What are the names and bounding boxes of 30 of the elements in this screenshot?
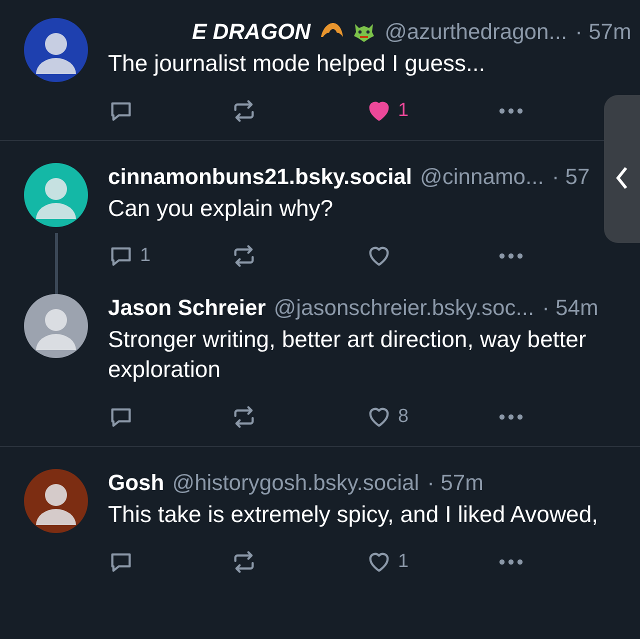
handle[interactable]: @azurthedragon... — [384, 18, 568, 46]
avatar[interactable] — [24, 163, 88, 227]
display-name[interactable]: Gosh — [108, 469, 164, 497]
timestamp[interactable]: · 57m — [575, 18, 632, 46]
handle[interactable]: @cinnamo... — [420, 163, 544, 191]
post-text: The journalist mode helped I guess... — [108, 49, 486, 78]
display-name[interactable]: Jason Schreier — [108, 294, 266, 322]
side-drawer-handle[interactable] — [604, 95, 640, 243]
post-text: Can you explain why? — [108, 194, 334, 223]
more-icon[interactable] — [498, 558, 524, 566]
more-icon[interactable] — [498, 413, 524, 421]
more-icon[interactable] — [498, 252, 524, 260]
more-icon[interactable] — [498, 107, 524, 115]
like-count: 1 — [398, 98, 409, 123]
handle[interactable]: @historygosh.bsky.social — [172, 469, 420, 497]
avatar[interactable] — [24, 469, 88, 533]
timestamp[interactable]: · 54m — [542, 294, 598, 322]
reply-count: 1 — [140, 244, 151, 268]
display-name[interactable]: cinnamonbuns21.bsky.social — [108, 163, 412, 191]
timestamp[interactable]: · 57 — [552, 163, 590, 191]
like-count: 1 — [398, 550, 409, 574]
timestamp[interactable]: · 57m — [427, 469, 484, 497]
display-name[interactable]: E DRAGON — [192, 18, 311, 46]
avatar[interactable] — [24, 18, 88, 82]
handle[interactable]: @jasonschreier.bsky.soc... — [274, 294, 534, 322]
post-text: This take is extremely spicy, and I liked Avowed, — [108, 500, 600, 529]
like-count: 8 — [398, 404, 409, 429]
avatar[interactable] — [24, 294, 88, 358]
post-text: Stronger writing, better art direction, way better exploration — [108, 325, 588, 384]
chevron-left-icon — [615, 165, 629, 191]
